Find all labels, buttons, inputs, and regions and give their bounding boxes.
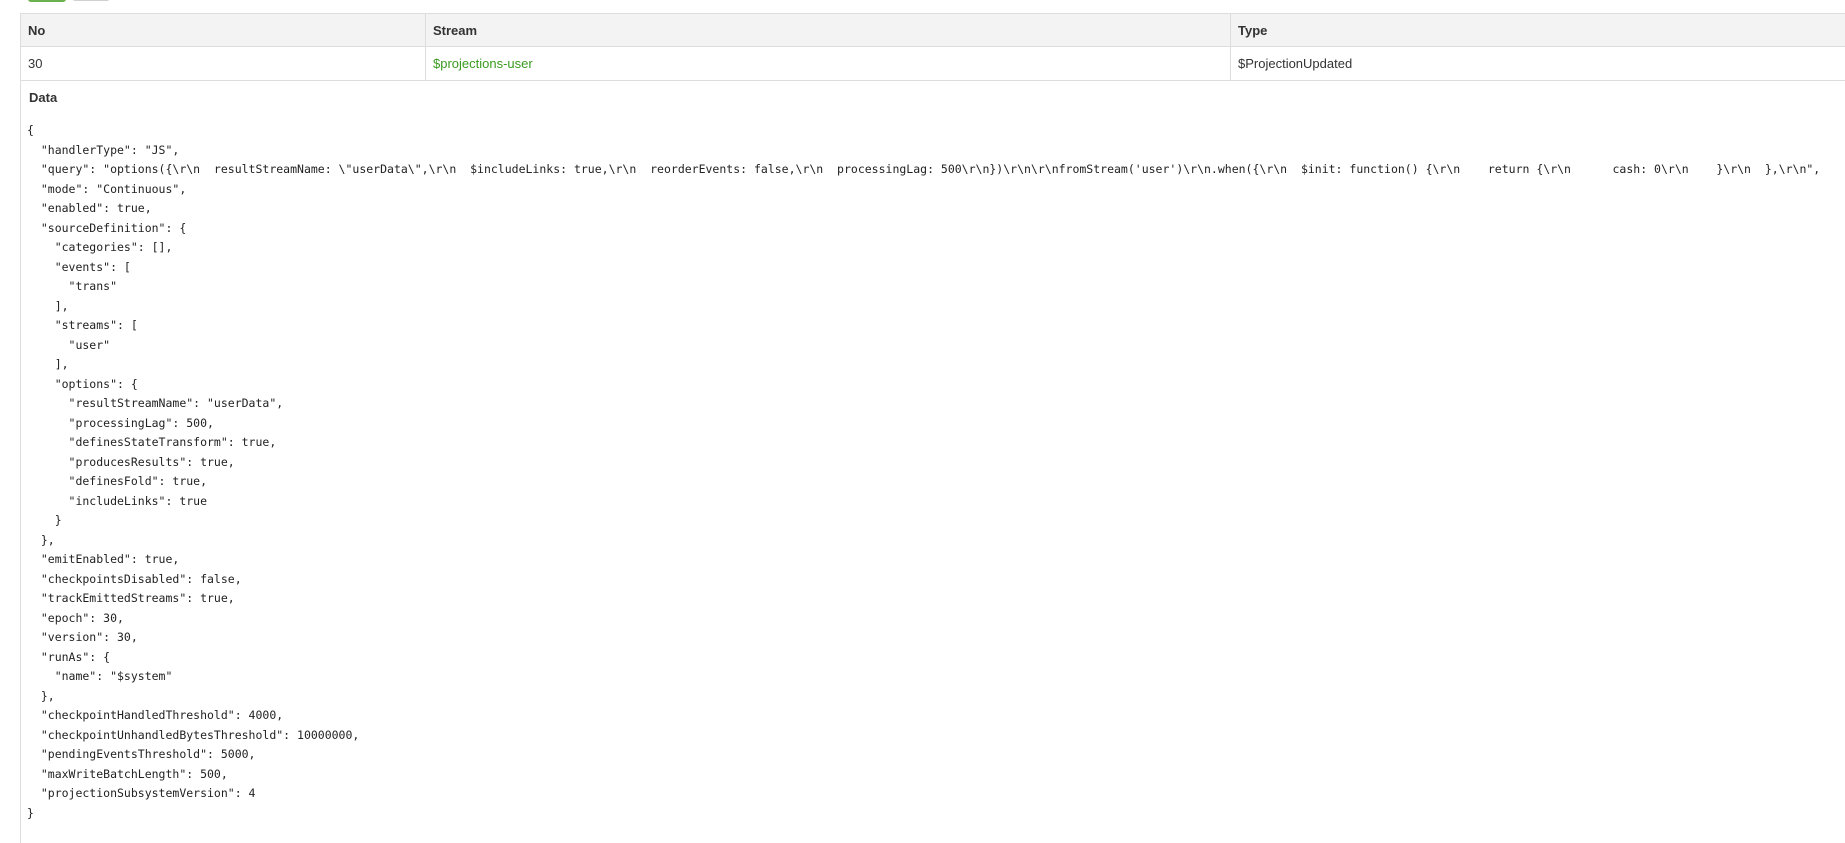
event-table: No Stream Type 30 $projections-user $Pro… (20, 13, 1845, 81)
tab-active[interactable] (28, 0, 66, 2)
event-data-panel: Data { "handlerType": "JS", "query": "op… (20, 81, 1845, 843)
table-row: 30 $projections-user $ProjectionUpdated (20, 46, 1845, 81)
cell-event-type: $ProjectionUpdated (1230, 46, 1845, 81)
cell-event-number: 30 (20, 46, 426, 81)
event-data-json: { "handlerType": "JS", "query": "options… (27, 123, 1821, 820)
column-header-no: No (20, 13, 426, 47)
tab-inactive[interactable] (72, 0, 110, 1)
column-header-type: Type (1230, 13, 1845, 47)
data-heading: Data (29, 90, 58, 105)
stream-link[interactable]: $projections-user (433, 56, 533, 71)
table-header-row: No Stream Type (20, 13, 1845, 47)
cell-stream: $projections-user (425, 46, 1231, 81)
top-tab-bar (28, 0, 110, 2)
event-detail-page: No Stream Type 30 $projections-user $Pro… (0, 0, 1845, 843)
column-header-stream: Stream (425, 13, 1231, 47)
